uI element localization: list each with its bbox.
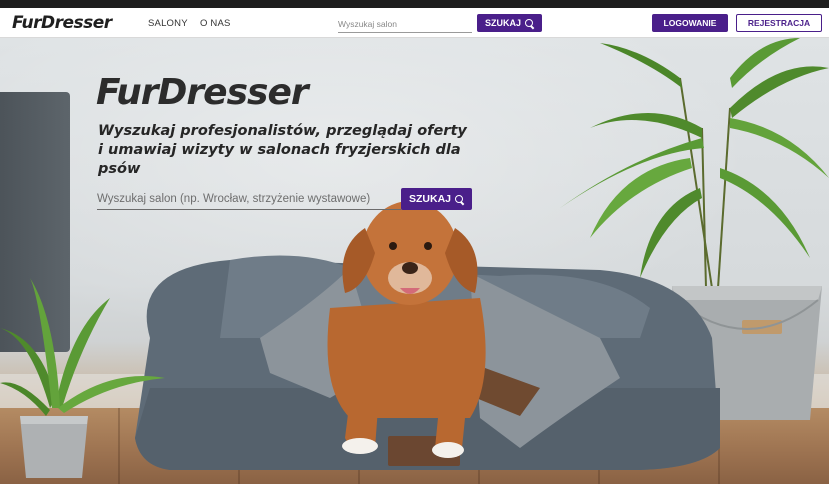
plant-right-image	[560, 38, 829, 289]
search-icon	[525, 18, 534, 28]
nav-search-input[interactable]	[338, 16, 472, 33]
window-top-strip	[0, 0, 829, 8]
hero-subtitle: Wyszukaj profesjonalistów, przeglądaj of…	[98, 123, 467, 177]
logo[interactable]: FurDresser	[12, 13, 112, 33]
nav-search-button[interactable]: SZUKAJ	[477, 14, 542, 32]
hero-search-input[interactable]	[97, 188, 401, 210]
hero-section: FurDresser Wyszukaj profesjonalistów, pr…	[0, 38, 829, 484]
hero-search-button[interactable]: SZUKAJ	[401, 188, 472, 210]
nav-link-salony[interactable]: SALONY	[148, 18, 188, 29]
hero-search-button-label: SZUKAJ	[408, 193, 451, 205]
nav-link-o-nas[interactable]: O NAS	[200, 18, 231, 29]
hero-title: FurDresser	[96, 72, 309, 113]
search-icon	[455, 194, 464, 204]
register-button[interactable]: REJESTRACJA	[736, 14, 822, 32]
nav-search-button-label: SZUKAJ	[484, 18, 521, 28]
navbar: FurDresser SALONY O NAS SZUKAJ LOGOWANIE…	[0, 8, 829, 38]
login-button[interactable]: LOGOWANIE	[652, 14, 728, 32]
